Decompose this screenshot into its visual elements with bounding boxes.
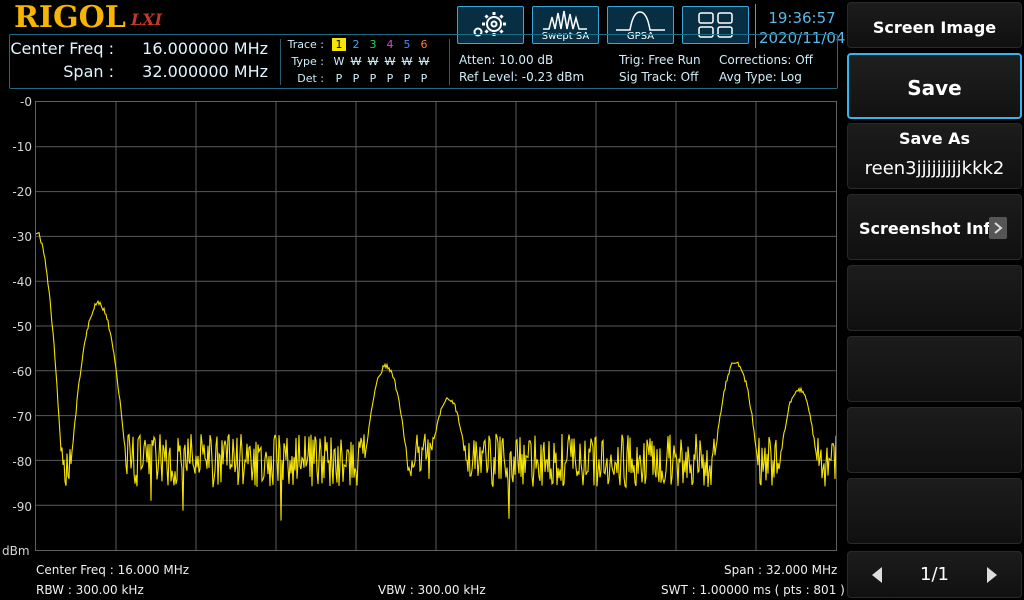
avg-type-status: Avg Type: Log xyxy=(719,70,802,84)
trace-type: W xyxy=(350,55,362,68)
y-axis-unit: dBm xyxy=(2,544,30,558)
y-axis-label: -70 xyxy=(12,410,32,424)
center-freq-label: Center Freq : xyxy=(10,39,114,58)
menu-blank-button[interactable] xyxy=(847,478,1022,544)
trace-type: W xyxy=(418,55,430,68)
span-value[interactable]: 32.000000 MHz xyxy=(128,62,268,81)
y-axis-label: -0 xyxy=(20,95,32,109)
menu-title: Screen Image xyxy=(847,2,1022,48)
menu-blank-button[interactable] xyxy=(847,407,1022,473)
trace-6[interactable]: 6 xyxy=(417,38,431,51)
trace-types: W W W W W W xyxy=(332,55,431,68)
span-label: Span : xyxy=(63,62,114,81)
trace-numbers: 1 2 3 4 5 6 xyxy=(332,38,431,51)
save-as-button[interactable]: Save As reen3jjjjjjjjjkkk2 xyxy=(847,123,1022,189)
chevron-right-icon xyxy=(989,217,1007,239)
save-button-label: Save xyxy=(907,76,962,100)
trace-det: P xyxy=(420,72,428,85)
save-as-filename: reen3jjjjjjjjjkkk2 xyxy=(864,158,1005,179)
trace-det: P xyxy=(352,72,360,85)
trace-det: P xyxy=(335,72,343,85)
save-as-label: Save As xyxy=(898,129,971,148)
spectrum-display[interactable] xyxy=(35,101,837,551)
menu-pager: 1/1 xyxy=(847,551,1022,598)
ref-level-value[interactable]: Ref Level: -0.23 dBm xyxy=(459,70,584,84)
y-axis-label: -40 xyxy=(12,275,32,289)
page-next-icon[interactable] xyxy=(981,564,1001,590)
trace-1[interactable]: 1 xyxy=(332,38,346,51)
trace-label: Trace : xyxy=(287,38,324,51)
footer-center-freq: Center Freq : 16.000 MHz xyxy=(36,563,190,577)
atten-value[interactable]: Atten: 10.00 dB xyxy=(459,53,553,67)
lxi-logo: LXI xyxy=(131,10,163,29)
y-axis-label: -60 xyxy=(12,365,32,379)
divider xyxy=(449,39,450,85)
footer-vbw: VBW : 300.00 kHz xyxy=(378,583,486,597)
trace-5[interactable]: 5 xyxy=(400,38,414,51)
trace-4[interactable]: 4 xyxy=(383,38,397,51)
trace-3[interactable]: 3 xyxy=(366,38,380,51)
trace-det: P xyxy=(403,72,411,85)
trace-type: W xyxy=(333,55,345,68)
menu-blank-button[interactable] xyxy=(847,336,1022,402)
menu-title-text: Screen Image xyxy=(872,18,997,37)
footer-span: Span : 32.000 MHz xyxy=(724,563,838,577)
save-button[interactable]: Save xyxy=(847,53,1022,119)
menu-blank-button[interactable] xyxy=(847,265,1022,331)
footer-rbw: RBW : 300.00 kHz xyxy=(36,583,144,597)
trace-det: P xyxy=(386,72,394,85)
corrections-status: Corrections: Off xyxy=(719,53,813,67)
type-label: Type : xyxy=(291,55,324,68)
trace-detectors: P P P P P P xyxy=(332,72,431,85)
screenshot-info-button[interactable]: Screenshot Info xyxy=(847,194,1022,260)
sig-track-status: Sig Track: Off xyxy=(619,70,699,84)
clock-time: 19:36:57 xyxy=(768,9,836,27)
trace-det: P xyxy=(369,72,377,85)
spectrum-plot xyxy=(35,102,837,550)
footer-swt: SWT : 1.00000 ms ( pts : 801 ) xyxy=(661,583,845,597)
trace-type: W xyxy=(367,55,379,68)
y-axis-label: -90 xyxy=(12,500,32,514)
gpsa-icon xyxy=(616,11,665,31)
trigger-status: Trig: Free Run xyxy=(619,53,701,67)
y-axis-label: -80 xyxy=(12,455,32,469)
y-axis-label: -20 xyxy=(12,185,32,199)
center-freq-value[interactable]: 16.000000 MHz xyxy=(128,39,268,58)
det-label: Det : xyxy=(297,72,324,85)
y-axis-label: -10 xyxy=(12,140,32,154)
y-axis-label: -50 xyxy=(12,320,32,334)
trace-2[interactable]: 2 xyxy=(349,38,363,51)
swept-sa-icon xyxy=(543,10,587,30)
trace-type: W xyxy=(401,55,413,68)
y-axis-label: -30 xyxy=(12,230,32,244)
rigol-logo: RIGOL xyxy=(14,0,126,35)
screenshot-info-label: Screenshot Info xyxy=(859,219,1002,238)
measurement-info-panel: Center Freq : 16.000000 MHz Span : 32.00… xyxy=(9,34,838,89)
trace-type: W xyxy=(384,55,396,68)
